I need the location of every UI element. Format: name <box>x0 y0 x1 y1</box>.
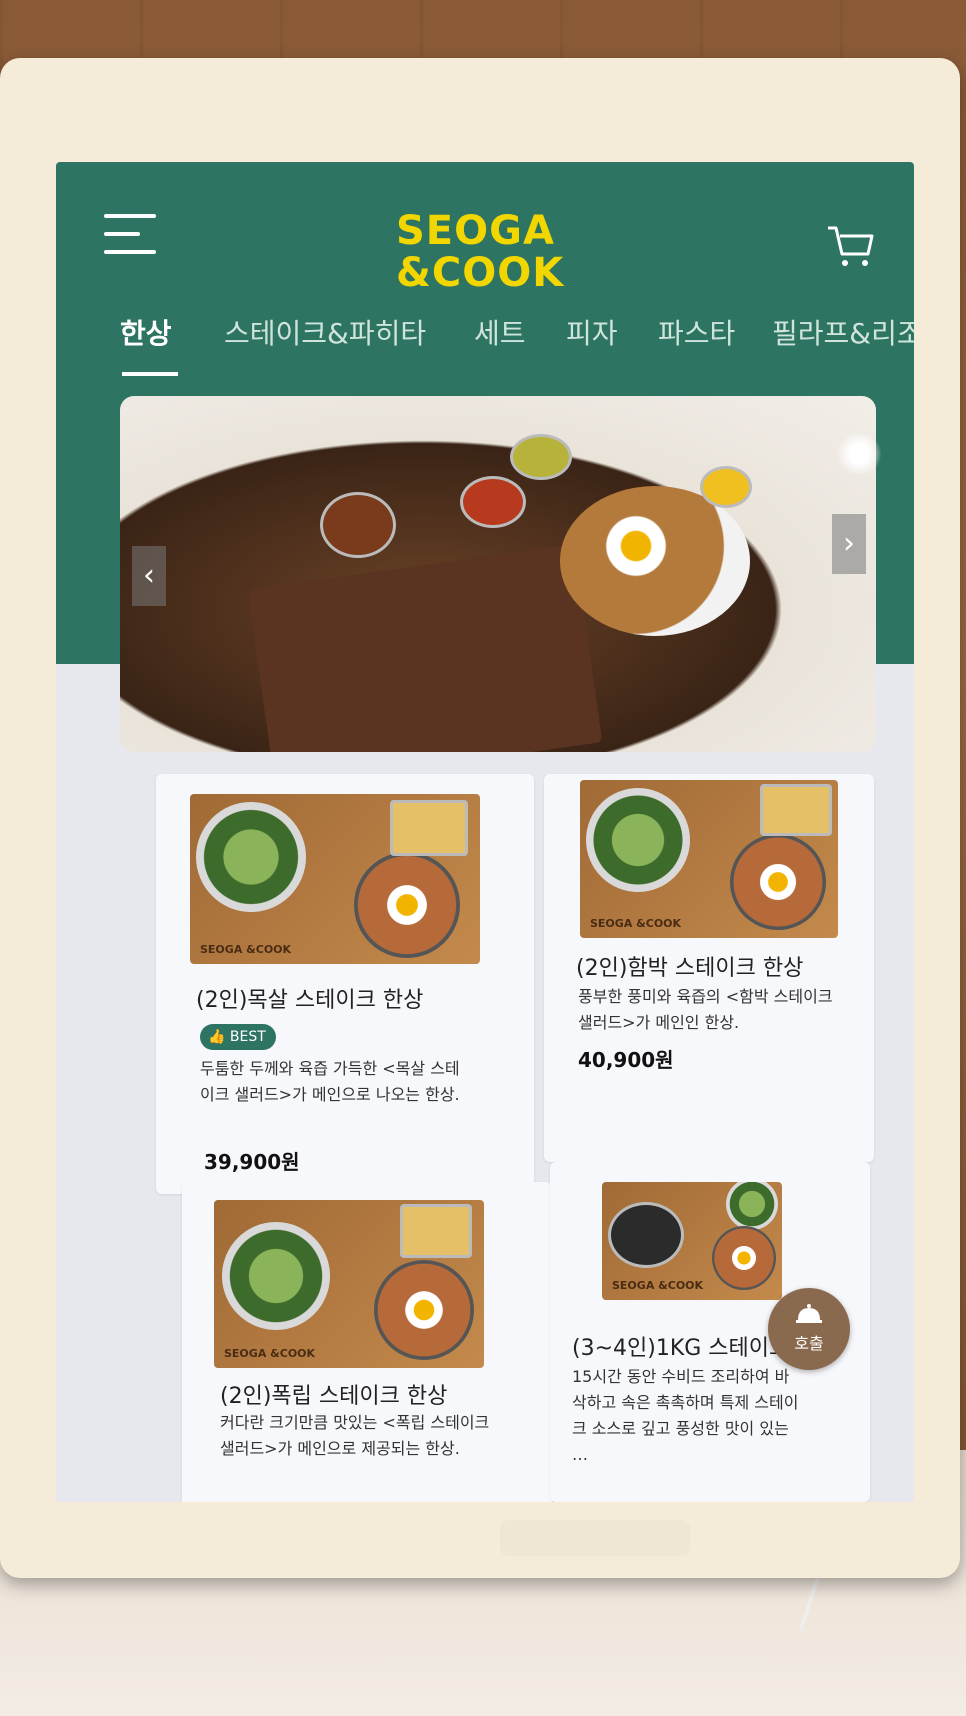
brand-logo: SEOGA &COOK <box>396 210 596 294</box>
image-brand-mark: SEOGA &COOK <box>612 1279 704 1292</box>
chevron-right-icon[interactable]: › <box>832 514 866 574</box>
tab-set[interactable]: 세트 <box>474 312 526 352</box>
menu-desc-1: 두툼한 두께와 육즙 가득한 <목살 스테이크 샐러드>가 메인으로 나오는 한… <box>200 1059 460 1104</box>
tab-pizza[interactable]: 피자 <box>566 312 618 352</box>
chevron-left-icon[interactable]: ‹ <box>132 546 166 606</box>
menu-image-2: SEOGA &COOK <box>580 780 838 938</box>
banner-pasta-plate <box>560 486 750 636</box>
menu-price-1: 39,900원 <box>204 1150 300 1174</box>
best-badge: 👍 BEST <box>200 1024 276 1050</box>
menu-title-1: (2인)목살 스테이크 한상 <box>196 988 424 1013</box>
image-brand-mark: SEOGA &COOK <box>224 1347 316 1360</box>
menu-price-2: 40,900원 <box>578 1048 674 1072</box>
menu-title-3: (2인)폭립 스테이크 한상 <box>220 1384 448 1409</box>
call-staff-button[interactable]: 호출 <box>768 1288 850 1370</box>
active-tab-indicator <box>122 372 178 376</box>
thumbs-up-icon: 👍 <box>208 1029 226 1045</box>
menu-image-4: SEOGA &COOK <box>602 1182 782 1300</box>
tablet-stand <box>500 1520 690 1556</box>
banner-food-board <box>247 544 603 752</box>
tab-pilaf-risotto[interactable]: 필라프&리조또 <box>772 312 914 352</box>
tab-hansang[interactable]: 한상 <box>120 312 172 352</box>
menu-desc-4: 15시간 동안 수비드 조리하여 바삭하고 속은 촉촉하며 특제 스테이크 소스… <box>572 1367 799 1464</box>
promo-banner[interactable]: ‹ › <box>120 396 876 752</box>
image-brand-mark: SEOGA &COOK <box>590 917 682 930</box>
category-tabs: 한상 스테이크&파히타 세트 피자 파스타 필라프&리조또 <box>56 312 914 372</box>
banner-cheese-bowl <box>700 466 752 508</box>
badge-label: BEST <box>229 1029 266 1045</box>
logo-line-2: &COOK <box>396 250 565 296</box>
tab-steak-fajita[interactable]: 스테이크&파히타 <box>224 312 426 352</box>
banner-guac-bowl <box>510 434 572 480</box>
image-brand-mark: SEOGA &COOK <box>200 943 292 956</box>
menu-desc-3: 커다란 크기만큼 맛있는 <폭립 스테이크 샐러드>가 메인으로 제공되는 한상… <box>220 1413 490 1458</box>
menu-title-2: (2인)함박 스테이크 한상 <box>576 956 804 981</box>
menu-desc-2: 풍부한 풍미와 육즙의 <함박 스테이크 샐러드>가 메인인 한상. <box>578 987 833 1032</box>
hamburger-menu-icon[interactable] <box>104 212 160 256</box>
menu-card-3[interactable]: SEOGA &COOK (2인)폭립 스테이크 한상 커다란 크기만큼 맛있는 … <box>182 1182 552 1502</box>
bell-icon <box>768 1302 850 1330</box>
menu-image-3: SEOGA &COOK <box>214 1200 484 1368</box>
shopping-cart-icon[interactable] <box>824 220 876 272</box>
tab-pasta[interactable]: 파스타 <box>658 312 735 352</box>
menu-card-1[interactable]: SEOGA &COOK (2인)목살 스테이크 한상 👍 BEST 두툼한 두께… <box>156 774 534 1194</box>
menu-image-1: SEOGA &COOK <box>190 794 480 964</box>
banner-bowl <box>320 492 396 558</box>
banner-sauce-bowl <box>460 476 526 528</box>
call-button-label: 호출 <box>794 1334 824 1353</box>
menu-card-2[interactable]: SEOGA &COOK (2인)함박 스테이크 한상 풍부한 풍미와 육즙의 <… <box>544 774 874 1162</box>
screen-glare <box>834 434 884 474</box>
kiosk-screen: SEOGA &COOK 한상 스테이크&파히타 세트 피자 파스타 필라프&리조… <box>56 162 914 1502</box>
logo-line-1: SEOGA <box>396 208 555 254</box>
